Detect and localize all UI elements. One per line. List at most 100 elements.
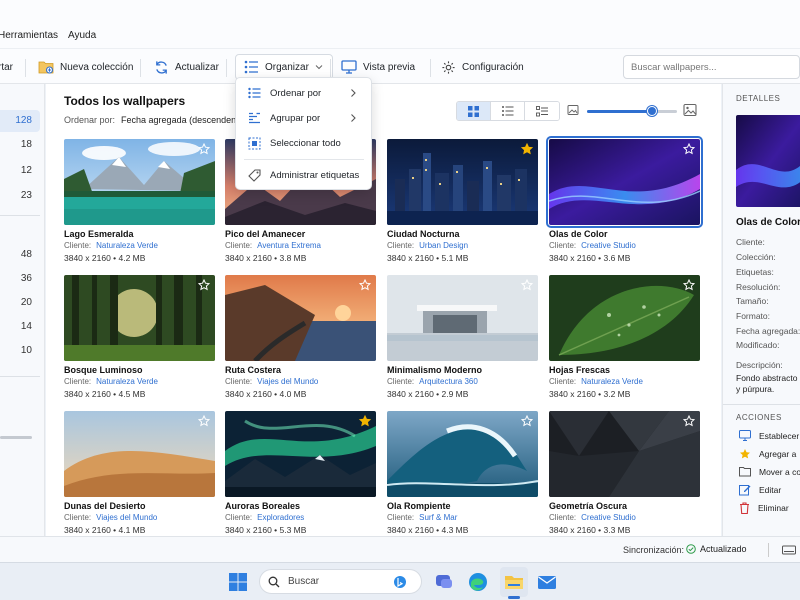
image-small-icon [567, 105, 579, 115]
active-app-indicator [508, 596, 520, 599]
details-label: Formato: [736, 311, 771, 321]
image-large-icon [683, 103, 697, 117]
file-explorer-icon[interactable] [502, 570, 526, 594]
wallpaper-card[interactable]: Minimalismo Moderno Cliente: Arquitectura… [387, 275, 538, 399]
wallpaper-meta: 3840 x 2160 • 4.2 MB [64, 253, 146, 263]
sync-label: Sincronización: [623, 545, 685, 555]
menu-bar: Herramientas Ayuda [0, 0, 800, 48]
favorite-star-icon[interactable] [683, 143, 695, 155]
sidebar-count-all[interactable]: 128 [15, 115, 32, 126]
favorite-star-icon[interactable] [521, 279, 533, 291]
sidebar-count[interactable]: 14 [21, 321, 32, 332]
toolbar-separator [330, 59, 331, 77]
menu-item-manage-tags[interactable]: Administrar etiquetas [248, 169, 366, 182]
sidebar-divider [0, 376, 40, 377]
sidebar-count[interactable]: 20 [21, 297, 32, 308]
zoom-slider-thumb[interactable] [646, 106, 657, 116]
favorite-star-icon[interactable] [683, 279, 695, 291]
wallpaper-name: Olas de Color [549, 229, 608, 239]
menu-ayuda[interactable]: Ayuda [68, 30, 96, 41]
details-label: Cliente: [736, 237, 765, 247]
wallpaper-meta: 3840 x 2160 • 3.8 MB [225, 253, 307, 263]
toolbar: rtar Nueva colección Actualizar Organiza… [0, 48, 800, 84]
wallpaper-thumbnail [64, 275, 215, 361]
edit-action[interactable]: Editar [739, 484, 781, 496]
wallpaper-meta: 3840 x 2160 • 3.3 MB [549, 525, 631, 535]
mail-icon[interactable] [535, 570, 559, 594]
favorite-star-icon[interactable] [521, 415, 533, 427]
favorite-star-icon[interactable] [521, 143, 533, 155]
chat-app-icon[interactable] [432, 570, 456, 594]
sidebar-count[interactable]: 18 [21, 139, 32, 150]
favorite-star-icon[interactable] [359, 415, 371, 427]
sidebar-count[interactable]: 36 [21, 273, 32, 284]
wallpaper-name: Bosque Luminoso [64, 365, 143, 375]
menu-item-group-by[interactable]: Agrupar por [248, 112, 366, 124]
favorite-star-icon[interactable] [198, 415, 210, 427]
menu-herramientas[interactable]: Herramientas [0, 30, 58, 41]
sidebar-count[interactable]: 12 [21, 165, 32, 176]
search-icon [268, 576, 280, 587]
wallpaper-card[interactable]: Ruta Costera Cliente: Viajes del Mundo 38… [225, 275, 376, 399]
wallpaper-card[interactable]: Ciudad Nocturna Cliente: Urban Design 384… [387, 139, 538, 263]
wallpaper-card[interactable]: Geometría Oscura Cliente: Creative Studio… [549, 411, 700, 535]
favorite-star-icon[interactable] [198, 279, 210, 291]
wallpaper-card[interactable]: Dunas del Desierto Cliente: Viajes del Mu… [64, 411, 215, 535]
wallpaper-thumbnail [387, 275, 538, 361]
favorite-star-icon[interactable] [683, 415, 695, 427]
search-input[interactable]: Buscar wallpapers... [623, 55, 800, 79]
windows-start-icon[interactable] [226, 570, 250, 594]
main-panel: Todos los wallpapers Ordenar por: Fecha a… [46, 84, 721, 536]
edge-browser-icon[interactable] [466, 570, 490, 594]
favorite-star-icon[interactable] [359, 279, 371, 291]
sidebar-count[interactable]: 48 [21, 249, 32, 260]
sidebar-count[interactable]: 23 [21, 190, 32, 201]
details-label: Resolución: [736, 282, 781, 292]
wallpaper-card[interactable]: Auroras Boreales Cliente: Exploradores 38… [225, 411, 376, 535]
wallpaper-card[interactable]: Hojas Frescas Cliente: Naturaleza Verde 3… [549, 275, 700, 399]
wallpaper-meta: 3840 x 2160 • 5.3 MB [225, 525, 307, 535]
chevron-down-icon [315, 65, 323, 70]
details-view-button[interactable] [525, 102, 559, 120]
partial-toolbar-button[interactable]: rtar [0, 54, 13, 80]
wallpaper-meta: 3840 x 2160 • 3.2 MB [549, 389, 631, 399]
list-view-button[interactable] [491, 102, 525, 120]
wallpaper-card[interactable]: Ola Rompiente Cliente: Surf & Mar 3840 x … [387, 411, 538, 535]
wallpaper-thumbnail [546, 136, 703, 228]
details-label: Modificado: [736, 340, 780, 350]
move-to-collection-action[interactable]: Mover a co [739, 466, 800, 477]
organize-icon [244, 60, 258, 74]
sort-control[interactable]: Ordenar por: Fecha agregada (descenden [64, 115, 236, 125]
gear-icon [442, 60, 455, 74]
details-label: Colección: [736, 252, 776, 262]
sort-value: Fecha agregada (descenden [121, 115, 237, 125]
wallpaper-thumbnail [225, 411, 376, 497]
wallpaper-card[interactable]: Lago Esmeralda Cliente: Naturaleza Verde … [64, 139, 215, 263]
menu-item-sort-by[interactable]: Ordenar por [248, 87, 366, 99]
wallpaper-card-selected[interactable]: Olas de Color Cliente: Creative Studio 38… [546, 136, 703, 263]
view-mode-group [456, 101, 560, 121]
edit-icon [739, 485, 751, 496]
new-collection-button[interactable]: Nueva colección [38, 54, 133, 80]
refresh-button[interactable]: Actualizar [154, 54, 219, 80]
sidebar-count[interactable]: 10 [21, 345, 32, 356]
chevron-right-icon [351, 89, 356, 97]
taskbar-search[interactable]: Buscar [259, 569, 422, 594]
refresh-icon [156, 60, 167, 74]
zoom-slider[interactable] [587, 106, 677, 116]
wallpaper-thumbnail [64, 411, 215, 497]
details-title: Olas de Color [736, 217, 800, 228]
details-description: Fondo abstracto azul y púrpura. [736, 373, 800, 394]
menu-item-select-all[interactable]: Seleccionar todo [248, 137, 366, 150]
details-divider [723, 404, 800, 405]
wallpaper-client: Cliente: Surf & Mar [387, 513, 458, 522]
wallpaper-client: Cliente: Naturaleza Verde [64, 241, 158, 250]
wallpaper-card[interactable]: Bosque Luminoso Cliente: Naturaleza Verde… [64, 275, 215, 399]
set-wallpaper-action[interactable]: Establecer [739, 430, 799, 441]
grid-view-button[interactable] [457, 102, 491, 120]
add-favorite-action[interactable]: Agregar a [739, 448, 796, 460]
sort-icon [248, 87, 261, 99]
delete-action[interactable]: Eliminar [739, 502, 789, 514]
favorite-star-icon[interactable] [198, 143, 210, 155]
settings-button[interactable]: Configuración [441, 54, 524, 80]
